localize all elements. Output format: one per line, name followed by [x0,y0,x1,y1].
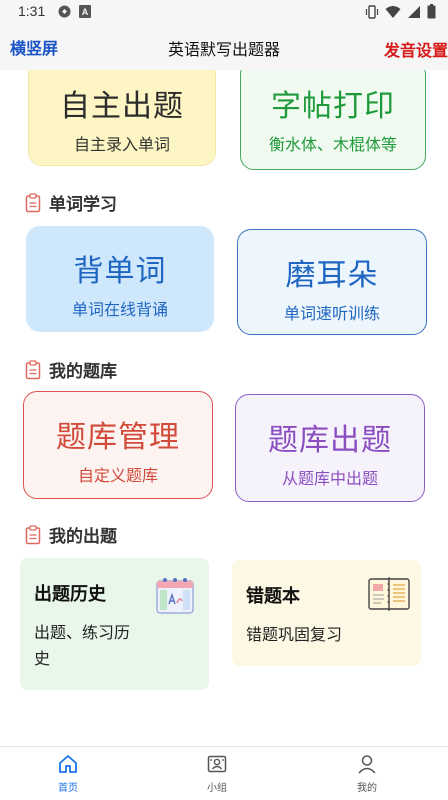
tab-me-label: 我的 [357,783,377,794]
bank-quiz-card[interactable]: 题库出题 从题库中出题 [235,394,425,502]
pronunciation-settings-button[interactable]: 发音设置 [384,37,448,61]
bank-quiz-subtitle: 从题库中出题 [281,469,378,488]
section-my-quizzes-label: 我的出题 [49,527,117,547]
memorize-words-subtitle: 单词在线背诵 [71,300,168,319]
signal-icon [408,5,420,18]
copybook-print-subtitle: 衡水体、木棍体等 [268,135,397,154]
a-badge-icon: A [79,5,91,18]
clipboard-icon [25,524,41,544]
wrong-questions-title: 错题本 [246,586,300,607]
clipboard-icon [25,359,41,379]
status-time: 1:31 [18,3,46,19]
memorize-words-card[interactable]: 背单词 单词在线背诵 [26,226,214,332]
clipboard-icon [25,192,41,212]
svg-text:A: A [82,7,89,17]
listening-training-subtitle: 单词速听训练 [283,304,380,323]
bank-management-subtitle: 自定义题库 [77,466,158,485]
section-my-bank-label: 我的题库 [49,362,117,382]
quiz-history-desc-line1: 出题、练习历 [34,623,131,642]
section-my-bank: 我的题库 [25,357,117,382]
bank-management-title: 题库管理 [56,420,180,455]
quiz-history-card[interactable]: 出题历史 出题、练习历 史 [20,558,209,690]
user-icon [358,755,376,774]
custom-quiz-card[interactable]: 自主出题 自主录入单词 [28,70,216,166]
main-content[interactable]: 自主出题 自主录入单词 字帖打印 衡水体、木棍体等 单词学习 背单词 单词在线背… [0,70,448,746]
tab-group-label: 小组 [207,783,227,794]
group-icon [207,755,227,773]
orientation-toggle-button[interactable]: 横竖屏 [10,35,58,59]
copybook-print-title: 字帖打印 [271,89,395,124]
custom-quiz-title: 自主出题 [60,89,184,124]
listening-training-title: 磨耳朵 [285,258,379,293]
vibrate-icon [365,4,379,19]
tab-home[interactable]: 首页 [38,753,98,794]
wifi-icon [385,5,401,18]
calendar-icon [156,578,194,614]
tab-me[interactable]: 我的 [337,753,397,794]
copybook-print-card[interactable]: 字帖打印 衡水体、木棍体等 [240,70,426,170]
tab-home-label: 首页 [58,783,78,794]
bottom-tab-bar: 首页 小组 我的 [0,746,448,800]
home-icon [59,755,77,773]
bank-quiz-title: 题库出题 [268,423,392,458]
bank-management-card[interactable]: 题库管理 自定义题库 [23,391,213,499]
quiz-history-desc-line2: 史 [34,649,51,668]
battery-icon [427,4,436,19]
listening-training-card[interactable]: 磨耳朵 单词速听训练 [237,229,427,335]
quiz-history-title: 出题历史 [34,584,106,605]
memorize-words-title: 背单词 [73,254,167,289]
status-bar: 1:31 A [0,0,448,24]
app-bar: 英语默写出题器 横竖屏 发音设置 [0,24,448,70]
tab-group[interactable]: 小组 [187,753,247,794]
section-word-study: 单词学习 [25,190,117,215]
section-my-quizzes: 我的出题 [25,522,117,547]
wrong-questions-card[interactable]: 错题本 错题巩固复习 [232,560,421,666]
custom-quiz-subtitle: 自主录入单词 [73,135,170,154]
app-title: 英语默写出题器 [167,40,280,59]
wrong-questions-desc: 错题巩固复习 [246,625,343,644]
sync-icon [58,5,71,18]
section-word-study-label: 单词学习 [49,195,117,215]
notebook-icon [368,577,410,611]
